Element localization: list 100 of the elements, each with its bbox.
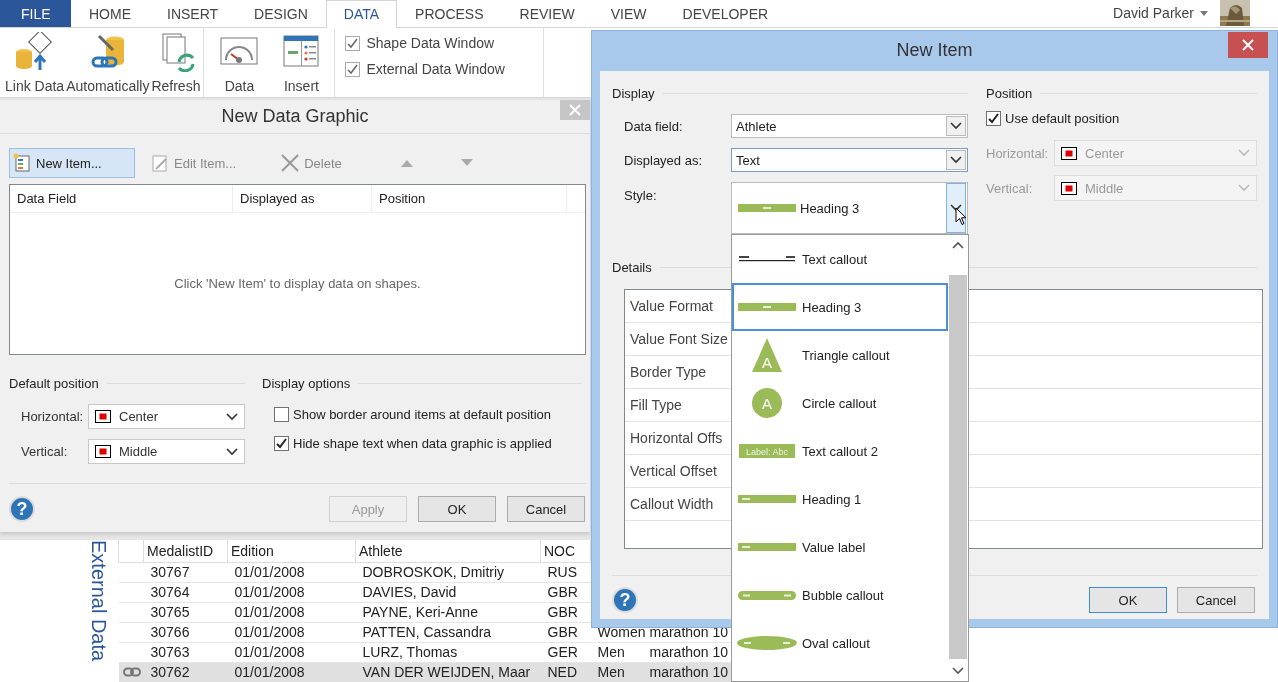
list-item[interactable]: Heading 3	[732, 283, 948, 331]
ribbon-button[interactable]: Data	[208, 32, 271, 97]
list-item[interactable]: Text callout	[732, 235, 948, 283]
dialog-button[interactable]: Cancel	[1177, 587, 1255, 613]
ribbon-tab[interactable]: DEVELOPER	[664, 0, 787, 27]
table-cell: Men	[597, 664, 625, 680]
table-row[interactable]: 30762 01/01/2008 VAN DER WEIJDEN, Maar NED Men marathon 10	[118, 662, 731, 682]
property-label[interactable]: Callout Width	[630, 496, 714, 512]
dropdown[interactable]: Heading 3	[731, 182, 968, 234]
table-cell: VAN DER WEIJDEN, Maar	[362, 664, 531, 680]
position-icon	[95, 410, 111, 423]
chevron-down-icon	[1238, 184, 1250, 192]
position-icon	[1061, 146, 1077, 160]
dialog-button[interactable]: OK	[1089, 587, 1167, 613]
ribbon-tab[interactable]: FILE	[0, 0, 71, 27]
property-label[interactable]: Value Format	[630, 298, 713, 314]
list-item[interactable]: Heading 1	[732, 475, 948, 523]
property-label[interactable]: Border Type	[630, 364, 706, 380]
table-cell: PAYNE, Keri-Anne	[362, 604, 478, 620]
field-label: Style:	[623, 188, 658, 203]
list-item[interactable]: Value label	[732, 523, 948, 571]
checkbox[interactable]	[345, 61, 361, 77]
help-button[interactable]: ?	[612, 587, 638, 613]
user-name[interactable]: David Parker	[1113, 0, 1194, 27]
empty-message: Click 'New Item' to display data on shapes.	[174, 275, 421, 291]
ribbon-tab[interactable]: REVIEW	[501, 0, 593, 27]
list-item[interactable]: Bubble callout	[732, 571, 948, 619]
caret-icon[interactable]	[1200, 11, 1208, 16]
column-header[interactable]: NOC	[540, 540, 591, 562]
column-header[interactable]: MedalistID	[143, 540, 228, 562]
column-header[interactable]: Data Field	[10, 185, 233, 212]
dropdown[interactable]: Center	[88, 404, 245, 429]
chevron-down-icon	[1238, 149, 1250, 157]
ribbon-button[interactable]: Link Data	[4, 32, 66, 97]
section-title: Display options	[262, 375, 351, 391]
ribbon-tab[interactable]: VIEW	[592, 0, 665, 27]
checkbox[interactable]	[274, 435, 289, 451]
property-label[interactable]: Vertical Offset	[630, 463, 717, 479]
table-cell: RUS	[547, 564, 578, 580]
checkbox[interactable]	[986, 110, 1001, 126]
property-label[interactable]: Horizontal Offs	[630, 430, 723, 446]
section-title: Display	[612, 85, 655, 101]
section-title: Details	[612, 259, 652, 275]
pointer-icon	[955, 207, 967, 226]
column-header[interactable]: Athlete	[355, 540, 541, 562]
checkbox-label: Hide shape text when data graphic is applied	[293, 435, 552, 451]
checkbox-label: Shape Data Window	[366, 35, 495, 51]
table-cell: GBR	[547, 584, 578, 600]
table-cell: NED	[547, 664, 578, 680]
ribbon-button[interactable]: Automatically	[65, 32, 151, 97]
table-cell: GBR	[547, 604, 578, 620]
list-item[interactable]: A Circle callout	[732, 379, 948, 427]
dropdown[interactable]: Middle	[88, 439, 245, 464]
table-cell: PATTEN, Cassandra	[362, 624, 492, 640]
column-header[interactable]: Displayed as	[233, 185, 372, 212]
list-item[interactable]: Oval callout	[732, 619, 948, 667]
table-cell: LURZ, Thomas	[362, 644, 458, 660]
style-preview-icon: A	[752, 338, 782, 372]
list-item[interactable]: A Triangle callout	[732, 331, 948, 379]
table-cell: 01/01/2008	[234, 604, 305, 620]
table-row[interactable]: 30763 01/01/2008 LURZ, Thomas GER Men marathon 10	[118, 642, 731, 662]
toolbar-button[interactable]: New Item...	[9, 148, 135, 178]
ribbon-button[interactable]: Insert	[270, 32, 333, 97]
column-header[interactable]: Edition	[227, 540, 356, 562]
dialog-title: New Data Graphic	[221, 106, 369, 126]
table-cell: DOBROSKOK, Dmitriy	[362, 564, 505, 580]
table-cell: 30763	[150, 644, 190, 660]
scroll-up-icon[interactable]	[952, 241, 964, 249]
checkbox[interactable]	[274, 406, 289, 422]
table-cell: 30766	[150, 624, 190, 640]
table-cell: 01/01/2008	[234, 644, 305, 660]
ribbon-tab[interactable]: PROCESS	[397, 0, 502, 27]
column-header[interactable]: Position	[372, 185, 567, 212]
dropdown[interactable]: Athlete	[731, 114, 968, 138]
dialog-button[interactable]: Cancel	[507, 496, 585, 522]
help-button[interactable]: ?	[9, 496, 35, 522]
ribbon-tab[interactable]: HOME	[71, 0, 149, 27]
delete-icon	[280, 153, 301, 173]
chevron-down-icon	[950, 156, 962, 164]
ribbon-tab[interactable]: DESIGN	[236, 0, 326, 27]
property-label[interactable]: Fill Type	[630, 397, 682, 413]
field-label: Displayed as:	[623, 152, 704, 168]
list-item[interactable]: Label: Abc Text callout 2	[732, 427, 948, 475]
edit-icon	[150, 153, 170, 173]
dialog-button[interactable]: OK	[418, 496, 496, 522]
checkbox[interactable]	[345, 35, 361, 51]
table-cell: Women	[597, 624, 646, 640]
scroll-down-icon[interactable]	[952, 667, 964, 675]
list-icon	[12, 153, 32, 173]
position-icon	[1061, 181, 1077, 195]
table-cell: 30767	[150, 564, 190, 580]
ribbon-tab[interactable]: DATA	[325, 0, 398, 28]
ribbon-tab[interactable]: INSERT	[149, 0, 237, 27]
property-label[interactable]: Value Font Size	[630, 331, 728, 347]
ribbon-button[interactable]: Refresh	[150, 32, 202, 97]
table-cell: 01/01/2008	[234, 624, 305, 640]
close-button[interactable]	[1228, 32, 1268, 58]
dropdown[interactable]: Text	[731, 148, 968, 172]
chevron-down-icon	[950, 204, 962, 212]
section-title: Default position	[9, 375, 99, 391]
